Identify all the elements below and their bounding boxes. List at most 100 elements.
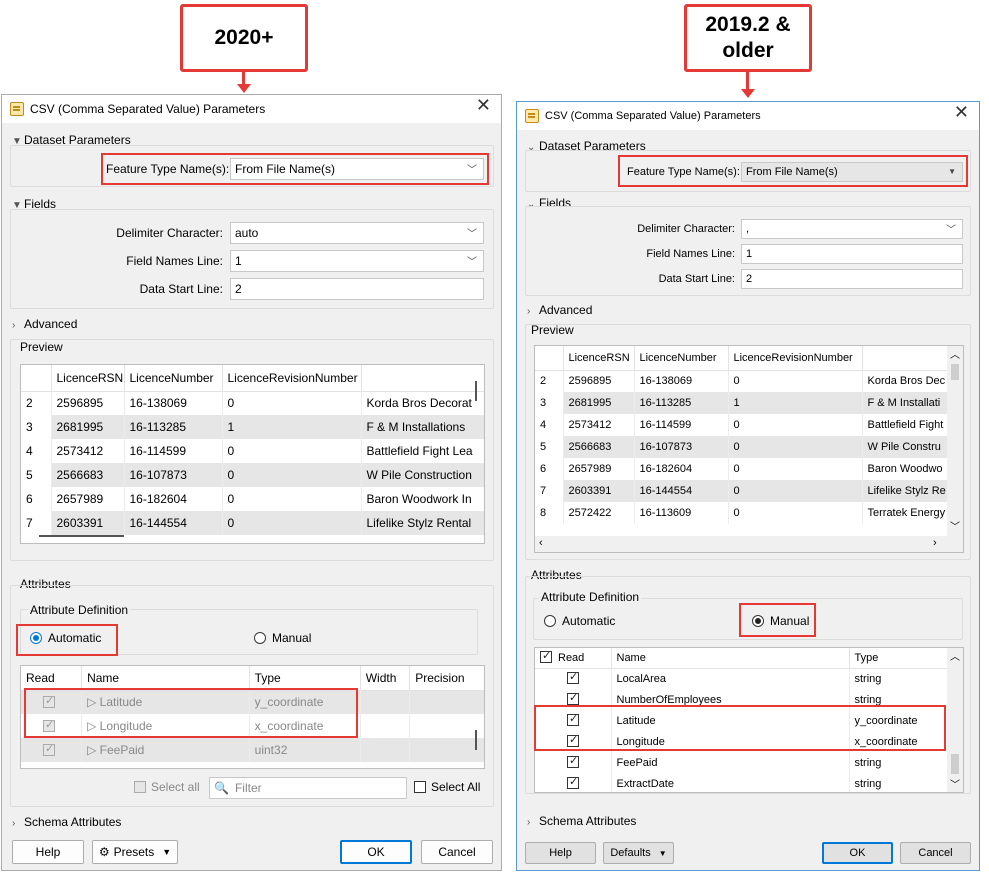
cell: 16-107873 [124, 463, 223, 487]
table-row[interactable]: ExtractDatestring [535, 773, 948, 792]
help-button[interactable]: Help [525, 842, 596, 864]
cell: 2566683 [51, 463, 125, 487]
read-checkbox[interactable] [567, 670, 579, 685]
attr-type: string [849, 773, 948, 792]
new-csv-parameters-dialog: CSV (Comma Separated Value) Parameters ✕… [1, 94, 502, 871]
preview-vscrollbar[interactable]: ︿ ﹀ [947, 346, 963, 536]
section-schema-attributes[interactable]: › Schema Attributes [527, 814, 636, 828]
new-dialog-title: CSV (Comma Separated Value) Parameters [30, 102, 266, 116]
read-checkbox[interactable] [567, 754, 579, 768]
table-row: 4 2573412 16-114599 0 Battlefield Fight [535, 414, 956, 436]
read-checkbox[interactable] [567, 775, 579, 789]
select-all-checkbox-2[interactable]: Select All [414, 780, 480, 794]
cell: 0 [728, 480, 863, 502]
close-icon[interactable]: ✕ [954, 102, 969, 123]
delimiter-select[interactable]: auto ﹀ [230, 222, 484, 244]
cell: Baron Woodwork In [361, 487, 484, 511]
preview-col-header[interactable]: LicenceNumber [634, 346, 729, 371]
chevron-right-icon: › [12, 818, 16, 829]
data-start-input[interactable]: 2 [741, 269, 963, 289]
row-number: 6 [535, 458, 564, 480]
preview-col-header[interactable] [361, 365, 484, 392]
attr-vscroll-thumb[interactable] [951, 754, 959, 774]
field-names-input[interactable]: 1 [741, 244, 963, 264]
delimiter-select[interactable]: , ﹀ [741, 219, 963, 239]
manual-label: Manual [272, 631, 312, 645]
cell: 16-138069 [634, 370, 729, 392]
preview-col-header[interactable]: LicenceNumber [124, 365, 223, 392]
preview-table[interactable]: LicenceRSN LicenceNumber LicenceRevision… [20, 364, 485, 544]
attr-col-read[interactable]: Read [21, 666, 83, 691]
cell: 1 [728, 392, 863, 414]
delimiter-label: Delimiter Character: [637, 223, 735, 235]
attr-col-precision[interactable]: Precision [409, 666, 484, 691]
attr-col-read[interactable]: Read [535, 648, 612, 669]
preview-hscrollbar[interactable]: ‹ › [535, 536, 963, 552]
preview-vscroll-thumb[interactable] [475, 381, 477, 401]
attr-vscroll-thumb[interactable] [475, 730, 477, 750]
attr-col-name[interactable]: Name [81, 666, 250, 691]
defaults-button-label: Defaults [610, 847, 651, 859]
manual-radio[interactable]: Manual [254, 631, 311, 645]
table-row[interactable]: LocalAreastring [535, 668, 948, 689]
ok-button[interactable]: OK [822, 842, 893, 864]
section-advanced[interactable]: › Advanced [527, 303, 592, 317]
cell: 0 [222, 463, 362, 487]
preview-col-header[interactable] [862, 346, 956, 371]
read-checkbox[interactable] [43, 742, 55, 756]
attr-col-name[interactable]: Name [611, 648, 850, 669]
data-start-input[interactable]: 2 [230, 278, 484, 300]
defaults-button[interactable]: Defaults ▼ [603, 842, 674, 864]
attr-vscrollbar[interactable]: ︿ ﹀ [947, 648, 963, 792]
callout-new-version-text: 2020+ [214, 26, 274, 49]
ok-button[interactable]: OK [340, 840, 412, 864]
attr-col-width[interactable]: Width [360, 666, 411, 691]
row-number: 5 [535, 436, 564, 458]
preview-vscroll-thumb[interactable] [951, 364, 959, 380]
select-all-checkbox[interactable]: Select all [134, 780, 200, 794]
row-number: 3 [21, 415, 52, 439]
table-row[interactable]: FeePaidstring [535, 752, 948, 773]
presets-button[interactable]: ⚙ Presets ▼ [92, 840, 178, 864]
cell: 0 [728, 414, 863, 436]
attr-type: string [849, 668, 948, 689]
scroll-left-icon: ‹ [539, 537, 543, 549]
attr-header-row: Read Name Type [535, 648, 948, 669]
callout-old-arrow-head [741, 89, 755, 98]
read-checkbox[interactable] [567, 691, 579, 705]
callout-old-version: 2019.2 & older [684, 4, 812, 72]
preview-col-header[interactable]: LicenceRSN [51, 365, 125, 392]
highlight-lat-long-old [534, 705, 946, 751]
read-all-checkbox[interactable] [540, 649, 552, 664]
section-schema-attributes-label: Schema Attributes [539, 814, 637, 828]
help-button[interactable]: Help [12, 840, 84, 864]
cell: 2566683 [563, 436, 635, 458]
attr-col-type[interactable]: Type [849, 648, 948, 669]
section-schema-attributes[interactable]: › Schema Attributes [12, 815, 121, 829]
cell: 16-113609 [634, 502, 729, 524]
cell: 2657989 [563, 458, 635, 480]
table-row: 2 2596895 16-138069 0 Korda Bros Dec [535, 370, 956, 392]
chevron-down-icon: ﹀ [467, 256, 477, 268]
preview-col-header[interactable]: LicenceRevisionNumber [728, 346, 863, 371]
attribute-definition-label: Attribute Definition [539, 590, 642, 604]
close-icon[interactable]: ✕ [476, 95, 491, 116]
cancel-button[interactable]: Cancel [900, 842, 971, 864]
section-advanced[interactable]: › Advanced [12, 317, 77, 331]
preview-hscroll-thumb[interactable] [39, 535, 124, 537]
cell: 2681995 [51, 415, 125, 439]
preview-col-header[interactable]: LicenceRSN [563, 346, 635, 371]
filter-placeholder: Filter [234, 781, 262, 795]
cell: 16-107873 [634, 436, 729, 458]
field-names-select[interactable]: 1 ﹀ [230, 250, 484, 272]
attr-col-type[interactable]: Type [249, 666, 361, 691]
cancel-button[interactable]: Cancel [421, 840, 493, 864]
table-row[interactable]: ▷ FeePaid uint32 [21, 738, 484, 762]
row-number: 3 [535, 392, 564, 414]
preview-table[interactable]: LicenceRSN LicenceNumber LicenceRevision… [534, 345, 964, 553]
preview-col-header[interactable]: LicenceRevisionNumber [222, 365, 362, 392]
filter-input[interactable]: 🔍 Filter [209, 777, 407, 799]
gear-icon: ⚙ [98, 845, 110, 859]
presets-button-label: Presets [113, 845, 155, 859]
automatic-radio[interactable]: Automatic [544, 614, 615, 628]
